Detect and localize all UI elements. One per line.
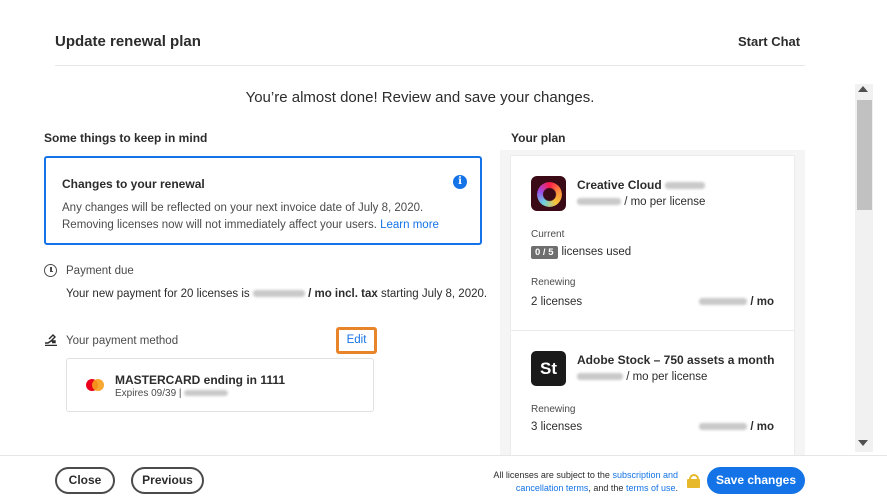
creative-cloud-icon xyxy=(531,176,566,211)
product-price: / mo per license xyxy=(577,196,705,208)
card-expiry: Expires 09/39 | xyxy=(115,388,229,399)
payment-due-text: Your new payment for 20 licenses is / mo… xyxy=(66,288,487,300)
payment-due-prefix: Your new payment for 20 licenses is xyxy=(66,288,250,300)
redacted-renew-price xyxy=(699,298,748,306)
previous-button[interactable]: Previous xyxy=(131,467,204,494)
page-title: Update renewal plan xyxy=(55,33,201,50)
scroll-down-arrow-icon[interactable] xyxy=(858,440,868,446)
renewing-label: Renewing xyxy=(531,277,576,288)
redacted-price xyxy=(577,198,621,206)
card-expires-text: Expires 09/39 | xyxy=(115,388,182,399)
scrollbar-thumb[interactable] xyxy=(857,100,872,210)
payment-due-label: Payment due xyxy=(66,265,134,277)
product-name: Adobe Stock – 750 assets a month xyxy=(577,353,775,367)
notice-title: Changes to your renewal xyxy=(62,177,205,191)
renewal-notice: Changes to your renewal i Any changes wi… xyxy=(44,156,482,245)
close-button[interactable]: Close xyxy=(55,467,115,494)
product-name-text: Creative Cloud xyxy=(577,178,662,192)
notice-body: Any changes will be reflected on your ne… xyxy=(62,200,447,234)
payment-method-label: Your payment method xyxy=(66,335,179,347)
product-name: Creative Cloud xyxy=(577,178,706,192)
renew-price-suffix: / mo xyxy=(750,296,774,308)
lock-icon xyxy=(686,474,700,488)
right-section-title: Your plan xyxy=(511,131,566,145)
card-title: MASTERCARD ending in 1111 xyxy=(115,373,286,387)
legal-text: All licenses are subject to the subscrip… xyxy=(476,469,678,495)
scroll-up-arrow-icon[interactable] xyxy=(858,86,868,92)
renewing-label: Renewing xyxy=(531,404,576,415)
legal-prefix: All licenses are subject to the xyxy=(493,470,610,480)
renewing-price: / mo xyxy=(699,296,774,308)
usage-badge: 0 / 5 xyxy=(531,246,558,259)
renewing-value: 3 licenses xyxy=(531,421,583,433)
info-icon[interactable]: i xyxy=(453,175,467,189)
notice-text: Any changes will be reflected on your ne… xyxy=(62,202,424,231)
plan-item-creative-cloud: Creative Cloud / mo per license Current … xyxy=(511,156,794,330)
product-price: / mo per license xyxy=(577,371,707,383)
payment-due-suffix: starting July 8, 2020. xyxy=(380,288,488,300)
start-chat-link[interactable]: Start Chat xyxy=(738,34,800,49)
save-changes-button[interactable]: Save changes xyxy=(707,467,805,494)
left-section-title: Some things to keep in mind xyxy=(44,131,208,145)
edit-payment-button[interactable]: Edit xyxy=(336,327,377,354)
redacted-plan-suffix xyxy=(665,182,706,190)
redacted-renew-price xyxy=(699,423,748,431)
usage: 0 / 5 licenses used xyxy=(531,246,631,259)
renewing-price: / mo xyxy=(699,421,774,433)
renew-price-suffix: / mo xyxy=(750,421,774,433)
price-suffix: / mo per license xyxy=(626,371,708,383)
payment-card: MASTERCARD ending in 1111 Expires 09/39 … xyxy=(66,358,374,412)
mastercard-icon xyxy=(86,379,104,391)
learn-more-link[interactable]: Learn more xyxy=(380,219,439,231)
review-headline: You’re almost done! Review and save your… xyxy=(245,89,595,106)
legal-mid: , and the xyxy=(588,483,624,493)
redacted-price xyxy=(577,373,623,381)
payment-hand-icon xyxy=(44,334,58,347)
redacted-amount xyxy=(252,290,305,298)
redacted-cardholder xyxy=(184,390,229,397)
clock-icon xyxy=(44,264,57,277)
renewing-value: 2 licenses xyxy=(531,296,583,308)
plan-item-adobe-stock: St Adobe Stock – 750 assets a month / mo… xyxy=(511,331,794,461)
adobe-stock-icon: St xyxy=(531,351,566,386)
usage-text: licenses used xyxy=(561,246,632,258)
payment-due-mid: / mo incl. tax xyxy=(308,288,378,300)
terms-of-use-link[interactable]: terms of use xyxy=(626,483,676,493)
header-divider xyxy=(55,65,805,66)
legal-end: . xyxy=(675,483,678,493)
current-label: Current xyxy=(531,229,565,240)
price-suffix: / mo per license xyxy=(624,196,706,208)
